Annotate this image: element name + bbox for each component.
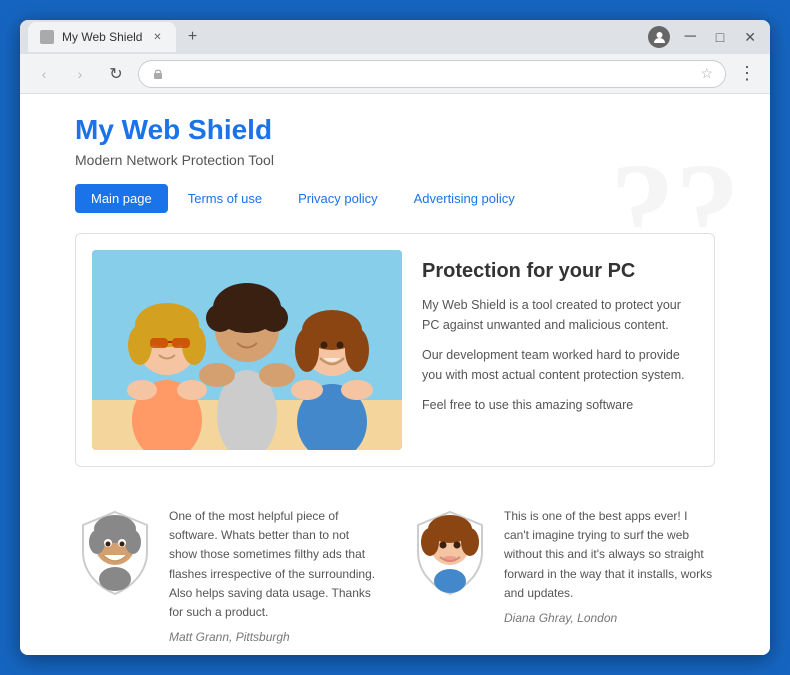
nav-tab-main[interactable]: Main page — [75, 184, 168, 213]
testimonial-2-text: This is one of the best apps ever! I can… — [504, 507, 715, 603]
testimonial-1-content: One of the most helpful piece of softwar… — [169, 507, 380, 644]
protection-desc-2: Our development team worked hard to prov… — [422, 345, 698, 385]
lock-icon — [151, 67, 165, 81]
testimonial-2-avatar — [410, 507, 490, 597]
refresh-button[interactable]: ↻ — [102, 60, 130, 88]
site-title: My Web Shield — [75, 114, 715, 146]
testimonial-1: One of the most helpful piece of softwar… — [75, 507, 380, 644]
tab-row: My Web Shield ✕ + ─ □ ✕ — [20, 20, 770, 54]
back-button[interactable]: ‹ — [30, 60, 58, 88]
tab-label: My Web Shield — [62, 30, 142, 44]
protection-title: Protection for your PC — [422, 260, 698, 283]
page-content: ?? My Web Shield Modern Network Protecti… — [20, 94, 770, 655]
main-card: Protection for your PC My Web Shield is … — [75, 233, 715, 467]
browser-window: My Web Shield ✕ + ─ □ ✕ ‹ › ↻ — [20, 20, 770, 655]
bookmark-icon[interactable]: ☆ — [700, 65, 713, 82]
nav-tab-terms[interactable]: Terms of use — [172, 184, 278, 213]
testimonial-1-avatar — [75, 507, 155, 597]
maximize-button[interactable]: □ — [710, 27, 730, 47]
protection-desc-1: My Web Shield is a tool created to prote… — [422, 295, 698, 335]
minimize-button[interactable]: ─ — [678, 26, 701, 48]
user-account-icon[interactable] — [648, 26, 670, 48]
testimonial-2-content: This is one of the best apps ever! I can… — [504, 507, 715, 625]
testimonial-1-text: One of the most helpful piece of softwar… — [169, 507, 380, 622]
browser-tab[interactable]: My Web Shield ✕ — [28, 22, 176, 52]
nav-tabs: Main page Terms of use Privacy policy Ad… — [75, 184, 715, 213]
browser-menu-button[interactable]: ⋮ — [734, 59, 760, 88]
testimonial-1-author: Matt Grann, Pittsburgh — [169, 630, 380, 644]
nav-tab-privacy[interactable]: Privacy policy — [282, 184, 393, 213]
testimonial-2-author: Diana Ghray, London — [504, 611, 715, 625]
tab-close-button[interactable]: ✕ — [150, 30, 164, 44]
testimonial-2: This is one of the best apps ever! I can… — [410, 507, 715, 644]
site-subtitle: Modern Network Protection Tool — [75, 152, 715, 168]
new-tab-button[interactable]: + — [180, 25, 204, 49]
forward-button[interactable]: › — [66, 60, 94, 88]
address-bar[interactable]: ☆ — [138, 60, 726, 88]
protection-desc-3: Feel free to use this amazing software — [422, 395, 698, 415]
toolbar: ‹ › ↻ ☆ ⋮ — [20, 54, 770, 94]
hero-image — [92, 250, 402, 450]
testimonials-section: One of the most helpful piece of softwar… — [75, 497, 715, 654]
close-button[interactable]: ✕ — [738, 27, 762, 48]
nav-tab-advertising[interactable]: Advertising policy — [398, 184, 531, 213]
tab-favicon — [40, 30, 54, 44]
card-text: Protection for your PC My Web Shield is … — [422, 250, 698, 450]
